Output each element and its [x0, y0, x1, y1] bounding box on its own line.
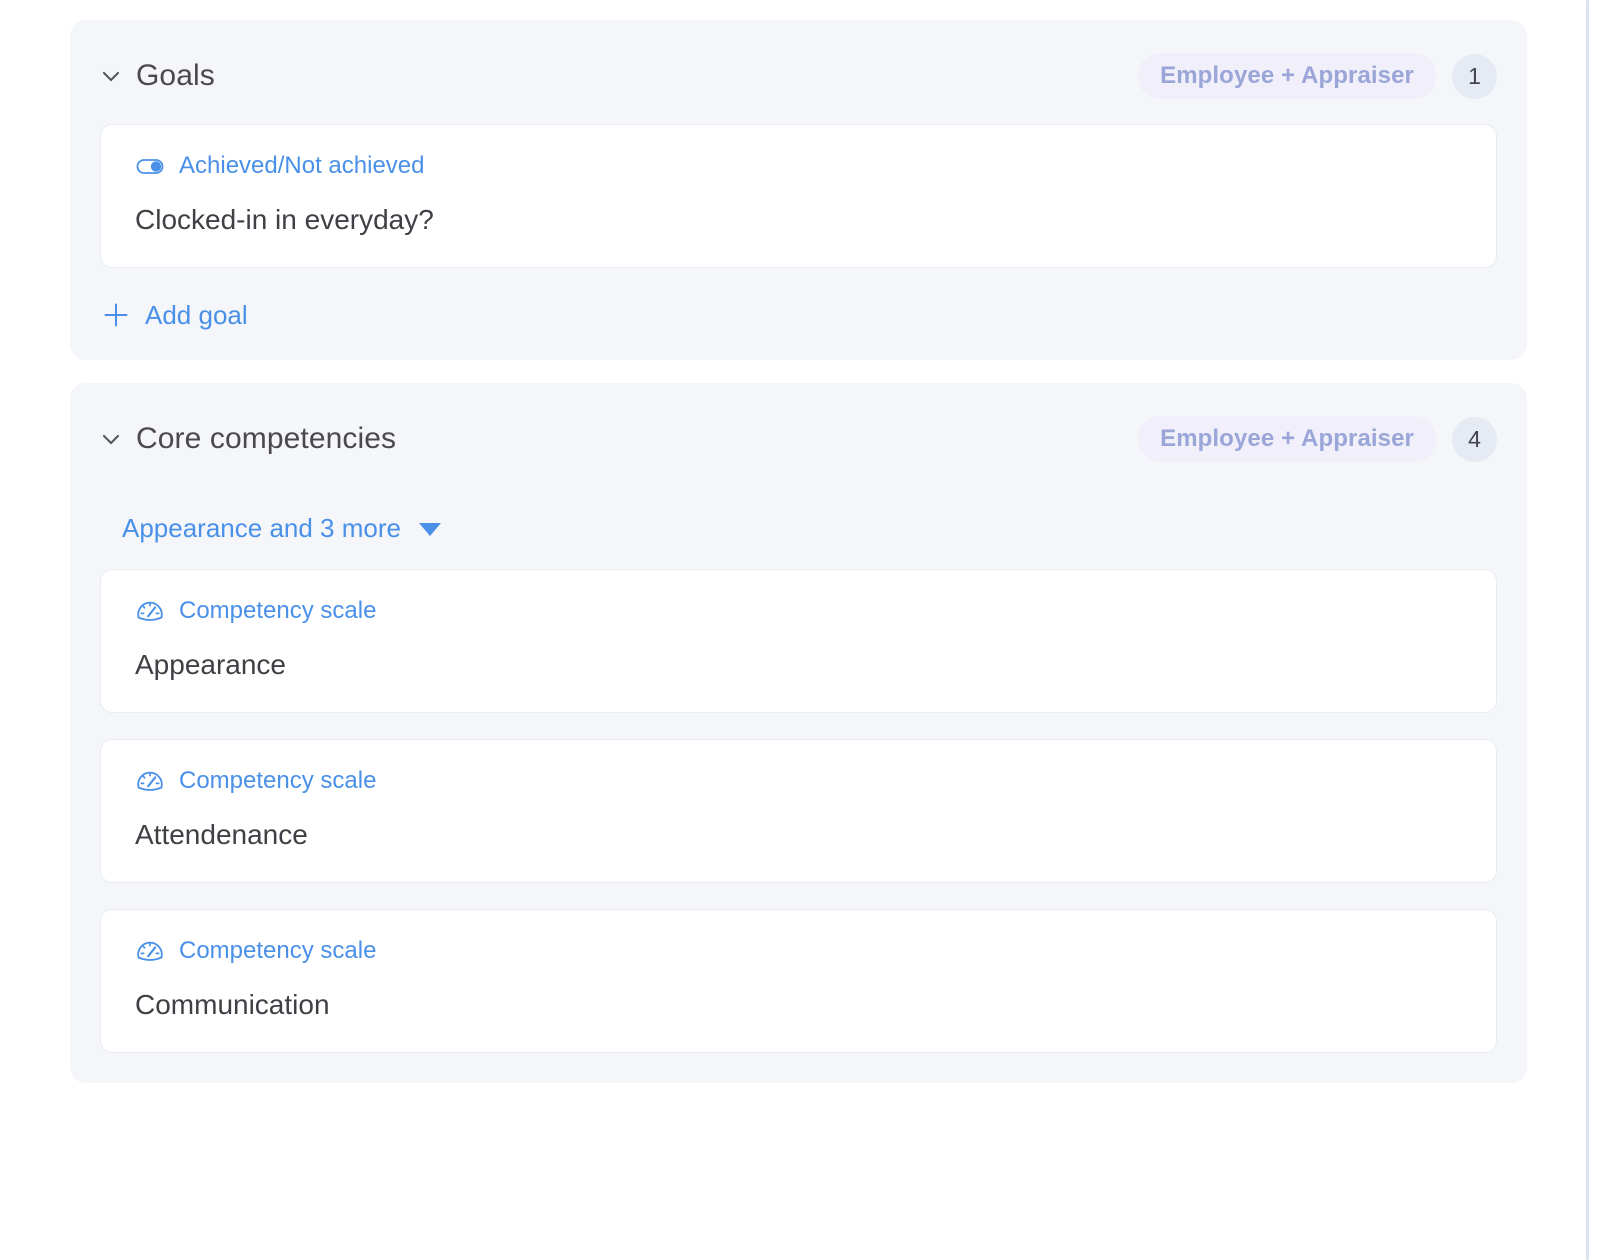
- item-type-label-row[interactable]: Competency scale: [135, 596, 1462, 626]
- item-type-label-row[interactable]: Competency scale: [135, 766, 1462, 796]
- add-goal-label: Add goal: [145, 300, 248, 330]
- caret-down-icon[interactable]: [418, 523, 441, 536]
- item-type-label-row[interactable]: Achieved/Not achieved: [135, 151, 1462, 181]
- item-type-label: Achieved/Not achieved: [179, 152, 425, 179]
- item-type-label-row[interactable]: Competency scale: [135, 936, 1462, 966]
- appraisal-form-page: Goals Employee + Appraiser 1 Achieved/No…: [0, 0, 1600, 1260]
- gauge-icon: [135, 596, 165, 626]
- chevron-down-icon[interactable]: [100, 428, 122, 450]
- status-badge-audience: Employee + Appraiser: [1138, 53, 1436, 99]
- gauge-icon: [135, 766, 165, 796]
- item-type-label: Competency scale: [179, 767, 377, 794]
- page-title: Goals: [136, 59, 215, 92]
- item-title: Clocked-in in everyday?: [135, 204, 434, 235]
- chevron-down-icon[interactable]: [100, 65, 122, 87]
- gauge-icon: [135, 936, 165, 966]
- plus-icon: [103, 302, 129, 328]
- section-core-competencies: Core competencies Employee + Appraiser 4…: [70, 383, 1527, 1083]
- section-goals-title-group[interactable]: Goals: [100, 59, 215, 93]
- competency-filter-label: Appearance and 3 more: [122, 513, 401, 543]
- section-goals: Goals Employee + Appraiser 1 Achieved/No…: [70, 20, 1527, 360]
- section-goals-header: Goals Employee + Appraiser 1: [100, 53, 1497, 99]
- section-core-competencies-header: Core competencies Employee + Appraiser 4: [100, 416, 1497, 462]
- list-item[interactable]: Competency scale Appearance: [100, 569, 1497, 713]
- status-badge-count: 1: [1452, 53, 1497, 99]
- status-badge-count: 4: [1452, 416, 1497, 462]
- list-item[interactable]: Achieved/Not achieved Clocked-in in ever…: [100, 124, 1497, 268]
- item-title: Appearance: [135, 649, 287, 680]
- scrollbar[interactable]: [1586, 0, 1589, 1260]
- item-title: Attendenance: [135, 819, 308, 850]
- section-title: Core competencies: [136, 422, 397, 455]
- toggle-icon: [135, 151, 165, 181]
- competency-filter-dropdown[interactable]: Appearance and 3 more: [100, 513, 441, 543]
- section-goals-meta: Employee + Appraiser 1: [1138, 53, 1497, 99]
- item-title: Communication: [135, 989, 330, 1020]
- add-goal-button[interactable]: Add goal: [100, 300, 248, 330]
- status-badge-audience: Employee + Appraiser: [1138, 416, 1436, 462]
- list-item[interactable]: Competency scale Communication: [100, 909, 1497, 1053]
- section-core-competencies-meta: Employee + Appraiser 4: [1138, 416, 1497, 462]
- competencies-list: Competency scale Appearance Competency s…: [100, 569, 1497, 1053]
- goals-list: Achieved/Not achieved Clocked-in in ever…: [100, 124, 1497, 268]
- section-core-competencies-title-group[interactable]: Core competencies: [100, 422, 396, 456]
- item-type-label: Competency scale: [179, 597, 377, 624]
- item-type-label: Competency scale: [179, 937, 377, 964]
- list-item[interactable]: Competency scale Attendenance: [100, 739, 1497, 883]
